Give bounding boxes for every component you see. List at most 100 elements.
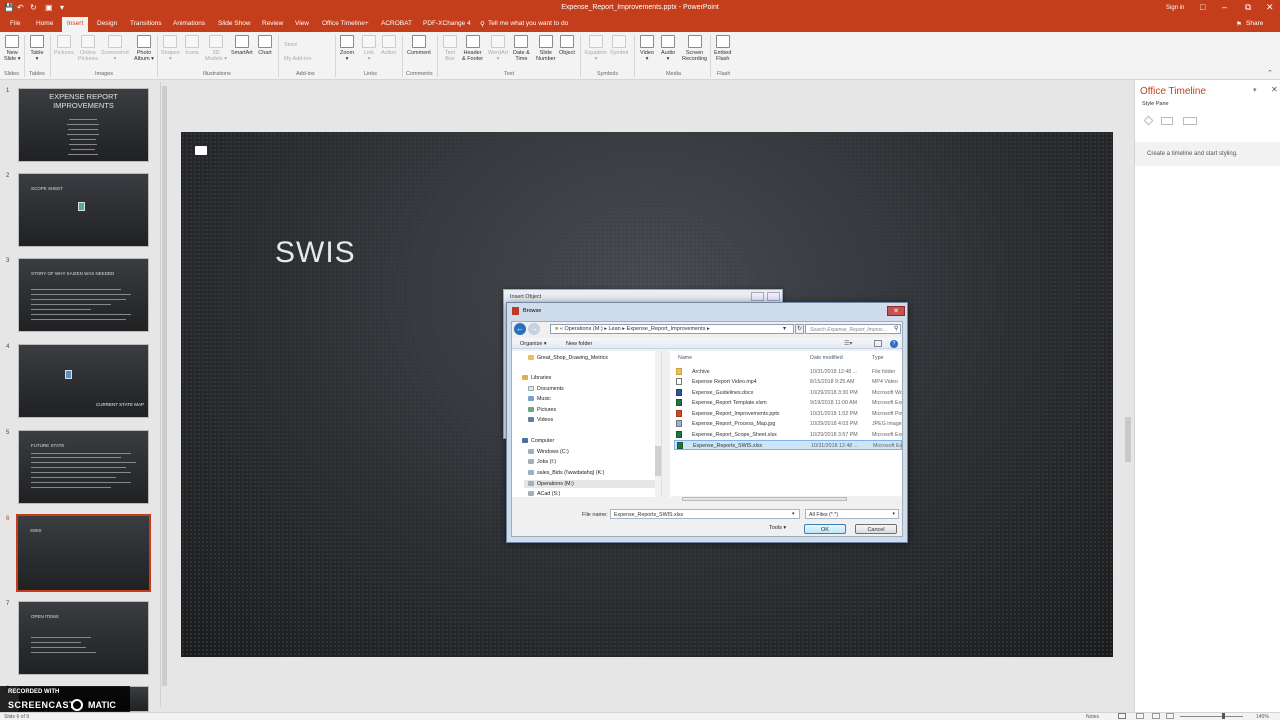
file-list-hscrollbar[interactable] xyxy=(672,496,900,502)
refresh-icon[interactable]: ↻ xyxy=(795,324,804,334)
nav-item-drive[interactable]: ACad (S:) xyxy=(528,491,560,497)
slide-thumbnail-5[interactable]: FUTURE STATE xyxy=(18,430,149,504)
store-button[interactable]: Store xyxy=(284,42,297,48)
zoom-slider-thumb[interactable] xyxy=(1222,713,1225,719)
forward-icon[interactable]: → xyxy=(528,323,540,335)
tab-insert[interactable]: Insert xyxy=(62,17,89,32)
preview-pane-icon[interactable] xyxy=(874,340,882,347)
zoom-level[interactable]: 145% xyxy=(1256,714,1269,720)
scrollbar-thumb[interactable] xyxy=(162,86,167,686)
slide-thumbnail-2[interactable]: SCOPE SHEET xyxy=(18,173,149,247)
slide-thumbnail-1[interactable]: EXPENSE REPORT IMPROVEMENTS xyxy=(18,88,149,162)
nav-item-computer[interactable]: Computer xyxy=(522,438,554,444)
new-folder-button[interactable]: New folder xyxy=(566,341,592,347)
tab-transitions[interactable]: Transitions xyxy=(130,20,162,27)
close-pane-icon[interactable]: ✕ xyxy=(1271,85,1278,94)
thumbnail-scrollbar[interactable] xyxy=(160,82,167,707)
zoom-button[interactable]: Zoom ▾ xyxy=(340,35,354,62)
icons-button[interactable]: Icons xyxy=(185,35,199,56)
photo-album-button[interactable]: Photo Album ▾ xyxy=(134,35,154,62)
notes-button[interactable]: Notes xyxy=(1086,714,1099,720)
slide-number-button[interactable]: Slide Number xyxy=(536,35,556,62)
file-row[interactable]: Expense_Report_Process_Map.jpg 10/29/2018… xyxy=(674,419,902,429)
ribbon-display-icon[interactable]: □ xyxy=(1200,2,1205,12)
close-icon[interactable]: ✕ xyxy=(887,306,905,316)
comment-button[interactable]: Comment xyxy=(407,35,431,56)
tab-office-timeline[interactable]: Office Timeline+ xyxy=(322,20,369,27)
zoom-slider[interactable] xyxy=(1180,716,1243,717)
pictures-button[interactable]: Pictures xyxy=(54,35,74,56)
my-addins-button[interactable]: My Add-ins xyxy=(284,56,311,62)
table-button[interactable]: Table ▾ xyxy=(30,35,44,62)
nav-item-music[interactable]: Music xyxy=(528,396,551,402)
address-bar[interactable]: ■ « Operations (M:) ▸ Lean ▸ Expense_Rep… xyxy=(550,324,794,334)
slide-scrollbar[interactable] xyxy=(1124,82,1132,707)
object-button[interactable]: Object xyxy=(559,35,575,56)
file-row[interactable]: Expense Report Video.mp4 8/15/2018 9:25 A… xyxy=(674,377,902,387)
nav-item-documents[interactable]: Documents xyxy=(528,386,564,392)
address-dropdown-icon[interactable]: ▾ xyxy=(783,325,786,332)
organize-button[interactable]: Organize ▾ xyxy=(520,341,547,347)
nav-item-pictures[interactable]: Pictures xyxy=(528,407,556,413)
ok-button[interactable]: OK xyxy=(804,524,846,534)
slide-title[interactable]: SWIS xyxy=(275,236,356,270)
tab-design[interactable]: Design xyxy=(97,20,117,27)
screenshot-button[interactable]: Screenshot ▾ xyxy=(101,35,129,62)
slide-thumbnail-6[interactable]: SWIS xyxy=(16,514,151,592)
maximize-icon[interactable]: ⧉ xyxy=(1245,2,1251,13)
video-button[interactable]: Video ▾ xyxy=(640,35,654,62)
date-time-button[interactable]: Date & Time xyxy=(513,35,530,62)
column-header-name[interactable]: Name xyxy=(678,355,692,361)
timeband-style-icon[interactable] xyxy=(1183,117,1197,125)
file-type-select[interactable]: All Files (*.*) ▾ xyxy=(805,509,899,519)
milestone-style-icon[interactable] xyxy=(1143,115,1154,126)
nav-item-libraries[interactable]: Libraries xyxy=(522,375,551,381)
nav-item-drive[interactable]: Windows (C:) xyxy=(528,449,569,455)
text-box-button[interactable]: Text Box xyxy=(443,35,457,62)
file-row[interactable]: Expense_Report_Improvements.pptx 10/31/20… xyxy=(674,409,902,419)
action-button[interactable]: Action xyxy=(381,35,396,56)
file-row[interactable]: Expense_Guidelines.docx 10/29/2018 3:30 P… xyxy=(674,388,902,398)
comment-icon[interactable] xyxy=(195,146,207,155)
file-row[interactable]: Expense_Report Template.xlsm 9/19/2018 11… xyxy=(674,398,902,408)
close-icon[interactable]: ✕ xyxy=(1266,2,1274,13)
breadcrumb-item[interactable]: Lean xyxy=(609,326,621,332)
nav-item-drive[interactable]: sales_Bids (\\wwdatahq) (K:) xyxy=(528,470,604,476)
view-icon[interactable]: ☰▾ xyxy=(844,340,852,347)
link-button[interactable]: Link ▾ xyxy=(362,35,376,62)
sign-in-link[interactable]: Sign in xyxy=(1166,5,1184,11)
tab-pdf-xchange[interactable]: PDF-XChange 4 xyxy=(423,20,471,27)
close-icon[interactable] xyxy=(767,292,780,301)
tab-acrobat[interactable]: ACROBAT xyxy=(381,20,412,27)
nav-scrollbar[interactable] xyxy=(655,351,661,497)
file-row[interactable]: Archive 10/31/2018 12:48 ... File folder xyxy=(674,367,902,377)
slide-thumbnail-4[interactable]: CURRENT STATE MAP xyxy=(18,344,149,418)
back-icon[interactable]: ← xyxy=(514,323,526,335)
file-name-input[interactable]: Expense_Reports_SWIS.xlsx xyxy=(610,509,800,519)
3d-models-button[interactable]: 3D Models ▾ xyxy=(205,35,227,62)
embed-flash-button[interactable]: Embed Flash xyxy=(714,35,731,62)
tab-slide-show[interactable]: Slide Show xyxy=(218,20,251,27)
task-style-icon[interactable] xyxy=(1161,117,1173,125)
online-pictures-button[interactable]: Online Pictures xyxy=(78,35,98,62)
minimize-icon[interactable]: – xyxy=(1222,2,1227,12)
column-header-date[interactable]: Date modified xyxy=(810,355,843,361)
nav-item-videos[interactable]: Videos xyxy=(528,417,553,423)
scrollbar-thumb[interactable] xyxy=(682,497,847,501)
screen-recording-button[interactable]: Screen Recording xyxy=(682,35,707,62)
symbol-button[interactable]: Symbol xyxy=(610,35,628,56)
nav-item-drive-selected[interactable]: Operations (M:) xyxy=(524,480,656,488)
slide-sorter-icon[interactable] xyxy=(1136,713,1144,719)
breadcrumb-item[interactable]: Operations (M:) xyxy=(564,326,602,332)
tab-review[interactable]: Review xyxy=(262,20,283,27)
breadcrumb-item[interactable]: Expense_Report_Improvements xyxy=(627,326,706,332)
file-row-selected[interactable]: Expense_Reports_SWIS.xlsx 10/31/2018 12:4… xyxy=(674,440,902,450)
scrollbar-thumb[interactable] xyxy=(655,446,661,476)
tab-view[interactable]: View xyxy=(295,20,309,27)
tools-button[interactable]: Tools ▾ xyxy=(769,525,786,531)
normal-view-icon[interactable] xyxy=(1118,713,1126,719)
chart-button[interactable]: Chart xyxy=(258,35,272,56)
share-button[interactable]: Share xyxy=(1246,20,1263,27)
equation-button[interactable]: Equation ▾ xyxy=(585,35,607,62)
share-icon[interactable]: ⚑ xyxy=(1236,20,1242,28)
